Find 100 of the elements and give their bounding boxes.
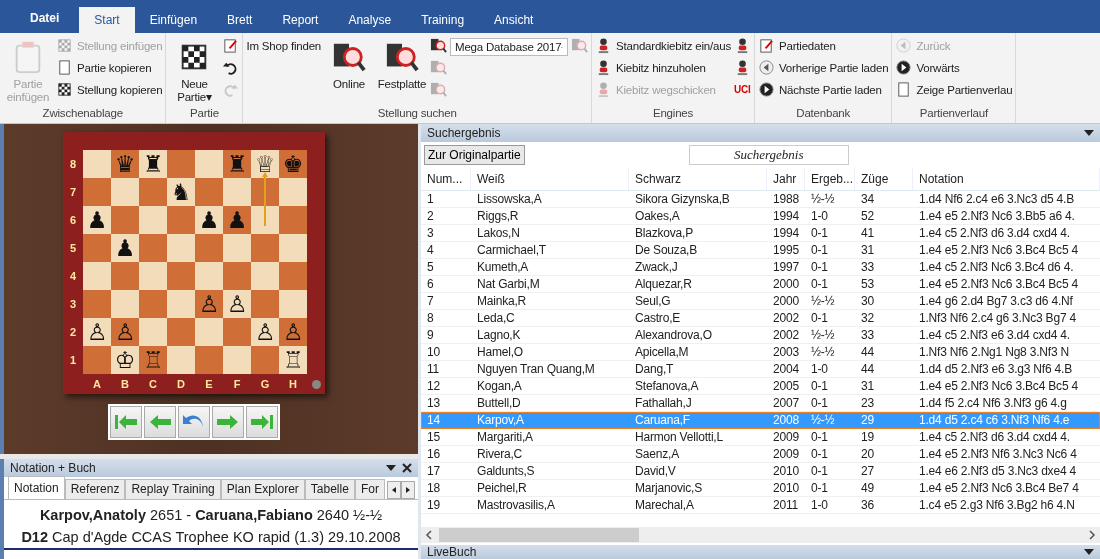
column-header[interactable]: Weiß — [471, 168, 629, 190]
last-move-button[interactable] — [246, 406, 278, 438]
board-square[interactable] — [195, 234, 223, 262]
ribbon-tab[interactable]: Analyse — [333, 7, 407, 33]
board-square[interactable] — [83, 150, 111, 178]
table-row[interactable]: 6 Nat Garbi,M Alquezar,R 2000 0-1 53 1.e4 e5 2.Nf3 Nc6 3.Bc4 Bc5 4 — [421, 276, 1100, 293]
table-row[interactable]: 12 Kogan,A Stefanova,A 2005 0-1 31 1.e4 e5 2.Nf3 Nc6 3.Bc4 Bc5 4 — [421, 378, 1100, 395]
ribbon-tab[interactable]: Datei — [18, 0, 80, 33]
take-back-button[interactable] — [178, 406, 210, 438]
table-row[interactable]: 7 Mainka,R Seul,G 2000 ½-½ 30 1.e4 g6 2.d4 Bg7 3.c3 d6 4.Nf — [421, 293, 1100, 310]
panel-tab[interactable]: Plan Explorer — [220, 479, 305, 499]
board-square[interactable] — [111, 206, 139, 234]
board-square[interactable] — [279, 206, 307, 234]
table-row[interactable]: 8 Leda,C Castro,E 2002 0-1 32 1.Nf3 Nf6 2.c4 g6 3.Nc3 Bg7 4 — [421, 310, 1100, 327]
panel-tab[interactable]: Replay Training — [125, 479, 221, 499]
table-row[interactable]: 3 Lakos,N Blazkova,P 1994 0-1 41 1.e4 c5 2.Nf3 d6 3.d4 cxd4 4. — [421, 225, 1100, 242]
table-row[interactable]: 10 Hamel,O Apicella,M 2003 ½-½ 44 1.Nf3 Nf6 2.Ng1 Ng8 3.Nf3 N — [421, 344, 1100, 361]
board-square[interactable] — [251, 178, 279, 206]
column-header[interactable]: Notation — [913, 168, 1100, 190]
board-square[interactable] — [167, 234, 195, 262]
ribbon-button[interactable]: Vorherige Partie laden — [758, 58, 889, 77]
ribbon-button[interactable]: Zeige Partienverlau — [895, 80, 1013, 99]
ribbon-tab[interactable]: Brett — [212, 7, 268, 33]
shop-link[interactable]: Im Shop finden — [246, 36, 322, 52]
panel-tab[interactable]: For — [354, 479, 385, 499]
board-square[interactable] — [83, 178, 111, 206]
board-square[interactable] — [223, 234, 251, 262]
table-row[interactable]: 15 Margariti,A Harmon Vellotti,L 2009 0-1 19 1.e4 c5 2.Nf3 d6 3.d4 cxd4 4. — [421, 429, 1100, 446]
ribbon-button[interactable]: Neue Partie▾ — [169, 36, 220, 104]
board-square[interactable] — [251, 234, 279, 262]
ribbon-button[interactable]: Standardkiebitz ein/aus — [595, 36, 731, 55]
table-row[interactable]: 19 Mastrovasilis,A Marechal,A 2011 1-0 36 1.c4 e5 2.g3 Nf6 3.Bg2 h6 4.N — [421, 497, 1100, 514]
scrollbar-thumb[interactable] — [439, 528, 639, 542]
ribbon-button[interactable]: Kiebitz hinzuholen — [595, 58, 731, 77]
pencil-icon[interactable] — [222, 37, 240, 54]
previous-move-button[interactable] — [144, 406, 176, 438]
table-row[interactable]: 9 Lagno,K Alexandrova,O 2002 ½-½ 33 1.e4 c5 2.Nf3 e6 3.d4 cxd4 4. — [421, 327, 1100, 344]
first-move-button[interactable] — [110, 406, 142, 438]
board-square[interactable] — [251, 262, 279, 290]
board-square[interactable] — [167, 346, 195, 374]
board-square[interactable] — [223, 178, 251, 206]
board-square[interactable] — [195, 346, 223, 374]
ribbon-tab[interactable]: Start — [79, 7, 135, 33]
board-square[interactable] — [139, 234, 167, 262]
magnifier-icon[interactable] — [430, 37, 448, 54]
board-square[interactable] — [111, 290, 139, 318]
board-square[interactable] — [111, 178, 139, 206]
board-square[interactable] — [251, 290, 279, 318]
table-row[interactable]: 2 Riggs,R Oakes,A 1994 1-0 52 1.e4 e5 2.Nf3 Nc6 3.Bb5 a6 4. — [421, 208, 1100, 225]
column-header[interactable]: Num... — [421, 168, 471, 190]
ribbon-button[interactable]: Partie kopieren — [56, 58, 163, 77]
board-square[interactable] — [167, 206, 195, 234]
scroll-right-icon[interactable] — [1088, 530, 1096, 540]
database-dropdown[interactable]: Mega Database 2017 — [450, 38, 569, 56]
board-square[interactable] — [139, 178, 167, 206]
ribbon-button[interactable]: Stellung kopieren — [56, 80, 163, 99]
ribbon-tab[interactable]: Einfügen — [134, 7, 213, 33]
ribbon-tab[interactable]: Ansicht — [479, 7, 549, 33]
board-square[interactable] — [195, 178, 223, 206]
ribbon-tab[interactable]: Training — [406, 7, 480, 33]
column-header[interactable]: Züge — [855, 168, 913, 190]
panel-tab[interactable]: Tabelle — [304, 479, 355, 499]
board-square[interactable] — [223, 318, 251, 346]
column-header[interactable]: Schwarz — [629, 168, 767, 190]
board-square[interactable] — [83, 290, 111, 318]
table-row[interactable]: 16 Rivera,C Saenz,A 2009 0-1 20 1.e4 e5 2.Nf3 Nf6 3.Nc3 Nc6 4 — [421, 446, 1100, 463]
panel-tab[interactable]: Referenz — [64, 479, 126, 499]
horizontal-scrollbar[interactable] — [421, 527, 1100, 543]
column-header[interactable]: Ergeb... — [805, 168, 855, 190]
board-square[interactable] — [195, 318, 223, 346]
board-square[interactable] — [139, 206, 167, 234]
close-icon[interactable] — [402, 463, 412, 473]
board-square[interactable] — [167, 262, 195, 290]
table-row[interactable]: 11 Nguyen Tran Quang,M Dang,T 2004 1-0 44 1.d4 d5 2.Nf3 e6 3.g3 Nf6 4.B — [421, 361, 1100, 378]
scroll-left-icon[interactable] — [425, 530, 433, 540]
ribbon-button[interactable]: Festplatte — [377, 36, 428, 91]
panel-tab[interactable]: Notation — [8, 476, 65, 499]
board-square[interactable] — [195, 150, 223, 178]
next-move-button[interactable] — [212, 406, 244, 438]
ribbon-button[interactable]: Online — [324, 36, 375, 91]
ribbon-button[interactable]: Nächste Partie laden — [758, 80, 889, 99]
board-square[interactable] — [279, 290, 307, 318]
board-square[interactable] — [83, 262, 111, 290]
board-square[interactable] — [111, 262, 139, 290]
uci-badge-icon[interactable]: UCI — [734, 80, 751, 99]
board-square[interactable] — [279, 262, 307, 290]
board-square[interactable] — [195, 262, 223, 290]
board-square[interactable] — [251, 346, 279, 374]
board-square[interactable] — [139, 318, 167, 346]
board-square[interactable] — [223, 346, 251, 374]
board-square[interactable] — [251, 206, 279, 234]
table-row[interactable]: 18 Peichel,R Marjanovic,S 2010 0-1 49 1.e4 e5 2.Nf3 Nc6 3.Bc4 Be7 4 — [421, 480, 1100, 497]
board-square[interactable] — [167, 150, 195, 178]
table-row[interactable]: 17 Galdunts,S David,V 2010 0-1 27 1.e4 e6 2.Nf3 d5 3.Nc3 dxe4 4 — [421, 463, 1100, 480]
board-square[interactable] — [223, 262, 251, 290]
dropdown-icon[interactable] — [1084, 549, 1094, 555]
table-row[interactable]: 5 Kumeth,A Zwack,J 1997 0-1 33 1.e4 c5 2.Nf3 Nc6 3.Bc4 d6 4. — [421, 259, 1100, 276]
scroll-left-icon[interactable] — [386, 481, 401, 499]
ribbon-tab[interactable]: Report — [267, 7, 334, 33]
board-square[interactable] — [83, 234, 111, 262]
